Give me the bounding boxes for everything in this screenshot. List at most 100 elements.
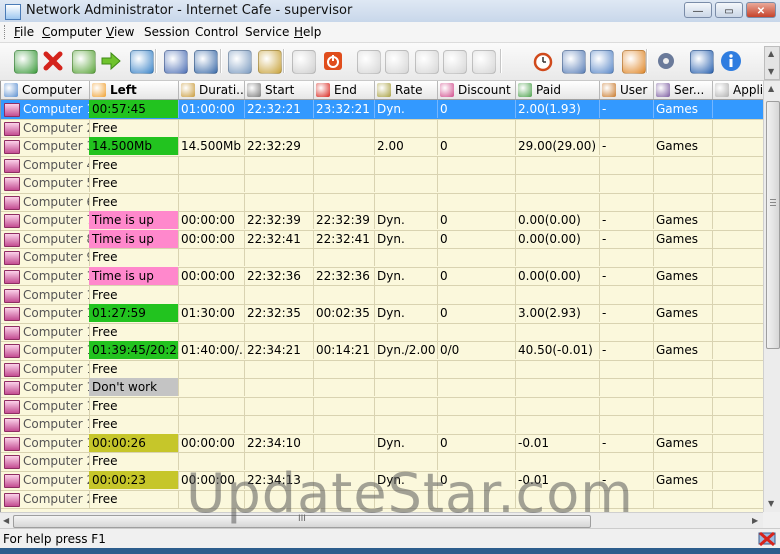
- table-row[interactable]: Computer 1900:00:2600:00:0022:34:10 Dyn.0…: [1, 433, 764, 454]
- cell-discount: [437, 396, 516, 415]
- column-header-discount[interactable]: Discount: [437, 81, 516, 99]
- power-off-button[interactable]: [320, 48, 346, 74]
- table-row[interactable]: Computer 13Free: [1, 322, 764, 343]
- table-row[interactable]: Computer 2 Free: [1, 118, 764, 139]
- column-header-application[interactable]: Applic: [712, 81, 764, 99]
- note-coins-icon: [590, 50, 614, 74]
- vertical-scrollbar[interactable]: ▲ ▼: [763, 81, 780, 512]
- cell-duration: 00:00:00: [178, 229, 245, 248]
- check-clock-button[interactable]: [128, 48, 154, 74]
- column-header-paid[interactable]: Paid: [515, 81, 600, 99]
- gear-button[interactable]: [653, 48, 679, 74]
- table-row[interactable]: Computer 8 Time is up 00:00:00 22:32:41 22:3…: [1, 229, 764, 250]
- cell-left: Free: [89, 155, 179, 174]
- multi-delete-button[interactable]: [70, 48, 96, 74]
- table-row[interactable]: Computer 16Don't work: [1, 378, 764, 398]
- table-row[interactable]: Computer 10Time is up00:00:0022:32:3622:…: [1, 266, 764, 287]
- cell-user: [599, 359, 654, 378]
- disabled-upload-button[interactable]: [290, 48, 316, 74]
- column-header-duration[interactable]: Durati...: [178, 81, 245, 99]
- table-row[interactable]: Computer 22Free: [1, 489, 764, 510]
- cell-application: [712, 378, 764, 396]
- disabled-download-button[interactable]: [383, 48, 409, 74]
- scroll-left-icon[interactable]: ◀: [3, 516, 9, 525]
- cell-service: Games: [653, 100, 713, 118]
- cell-paid: [515, 452, 600, 471]
- refresh-button[interactable]: [12, 48, 38, 74]
- computer-icon: [4, 140, 20, 155]
- disabled-rocket-icon: [443, 50, 467, 74]
- cell-user: [599, 118, 654, 137]
- users-button[interactable]: [620, 48, 646, 74]
- cell-discount: 0/0: [437, 341, 516, 360]
- table-row[interactable]: Computer 18Free: [1, 415, 764, 435]
- delete-button[interactable]: [40, 48, 66, 74]
- menu-item-view[interactable]: View: [104, 24, 136, 40]
- computer-person-button[interactable]: [162, 48, 188, 74]
- calendar-check-button[interactable]: [560, 48, 586, 74]
- note-coins-button[interactable]: [588, 48, 614, 74]
- table-row[interactable]: Computer 1 00:57:45 01:00:00 22:32:21 23:32:…: [1, 100, 764, 120]
- horizontal-scroll-thumb[interactable]: III: [13, 514, 591, 528]
- disabled-eraser-button[interactable]: [355, 48, 381, 74]
- computer-name: Computer 3: [23, 139, 90, 154]
- book-button[interactable]: [688, 48, 714, 74]
- info-icon: [720, 50, 742, 72]
- scroll-right-icon[interactable]: ▶: [752, 516, 758, 525]
- forward-arrow-button[interactable]: [98, 48, 124, 74]
- disabled-rocket-button[interactable]: [441, 48, 467, 74]
- column-header-computer[interactable]: Computer: [1, 81, 90, 99]
- cell-service: Games: [653, 211, 713, 230]
- cell-computer: Computer 21: [1, 471, 90, 489]
- cell-service: Games: [653, 471, 713, 489]
- column-header-rate[interactable]: Rate: [374, 81, 438, 99]
- maximize-button[interactable]: ▭: [715, 2, 743, 18]
- table-row[interactable]: Computer 4 Free: [1, 155, 764, 176]
- cell-service: [653, 322, 713, 341]
- column-header-left[interactable]: Left: [89, 81, 179, 99]
- table-row[interactable]: Computer 15Free: [1, 359, 764, 380]
- menu-item-control[interactable]: Control: [193, 24, 240, 40]
- table-row[interactable]: Computer 1201:27:5901:30:0022:32:3500:02…: [1, 304, 764, 324]
- close-button[interactable]: ✕: [746, 2, 776, 18]
- column-header-user[interactable]: User: [599, 81, 654, 99]
- table-row[interactable]: Computer 3 14.500Mb 14.500Mb 22:32:29 2.00 0 2…: [1, 137, 764, 157]
- table-row[interactable]: Computer 5 Free: [1, 174, 764, 194]
- monitor-button[interactable]: [192, 48, 218, 74]
- computer-icon: [4, 492, 20, 507]
- cell-duration: [178, 192, 245, 211]
- column-header-start[interactable]: Start: [244, 81, 314, 99]
- menu-item-help[interactable]: Help: [292, 24, 323, 40]
- cell-service: Games: [653, 229, 713, 248]
- menu-item-file[interactable]: File: [12, 24, 36, 40]
- tag-button[interactable]: [226, 48, 252, 74]
- vertical-scroll-thumb[interactable]: [766, 101, 780, 349]
- horizontal-scrollbar[interactable]: ◀ III ▶: [0, 512, 763, 529]
- table-row[interactable]: Computer 2100:00:2300:00:0022:34:13 Dyn.0…: [1, 471, 764, 491]
- table-row[interactable]: Computer 9 Free: [1, 248, 764, 268]
- table-row[interactable]: Computer 20Free: [1, 452, 764, 472]
- money-bag-button[interactable]: [256, 48, 282, 74]
- table-row[interactable]: Computer 1401:39:45/20:25...01:40:00/...…: [1, 341, 764, 361]
- column-header-end[interactable]: End: [313, 81, 375, 99]
- scroll-down-icon[interactable]: ▼: [768, 499, 774, 508]
- cell-service: [653, 155, 713, 174]
- info-button[interactable]: [718, 48, 744, 74]
- menu-item-service[interactable]: Service: [243, 24, 291, 40]
- table-row[interactable]: Computer 11Free: [1, 285, 764, 305]
- disabled-flask-button[interactable]: [413, 48, 439, 74]
- cell-service: [653, 118, 713, 137]
- menu-item-computer[interactable]: Computer: [40, 24, 104, 40]
- disabled-lock-button[interactable]: [470, 48, 496, 74]
- toolbar-overflow-button[interactable]: ▲ ▼: [764, 46, 780, 80]
- calendar-check-icon: [562, 50, 586, 74]
- cell-end: [313, 174, 375, 193]
- table-row[interactable]: Computer 6 Free: [1, 192, 764, 213]
- minimize-button[interactable]: —: [684, 2, 712, 18]
- alarm-clock-button[interactable]: [530, 48, 556, 74]
- table-row[interactable]: Computer 17Free: [1, 396, 764, 417]
- table-row[interactable]: Computer 7 Time is up 00:00:00 22:32:39 22:3…: [1, 211, 764, 231]
- menu-item-session[interactable]: Session: [142, 24, 192, 40]
- scroll-up-icon[interactable]: ▲: [768, 84, 774, 93]
- column-header-service[interactable]: Ser...: [653, 81, 713, 99]
